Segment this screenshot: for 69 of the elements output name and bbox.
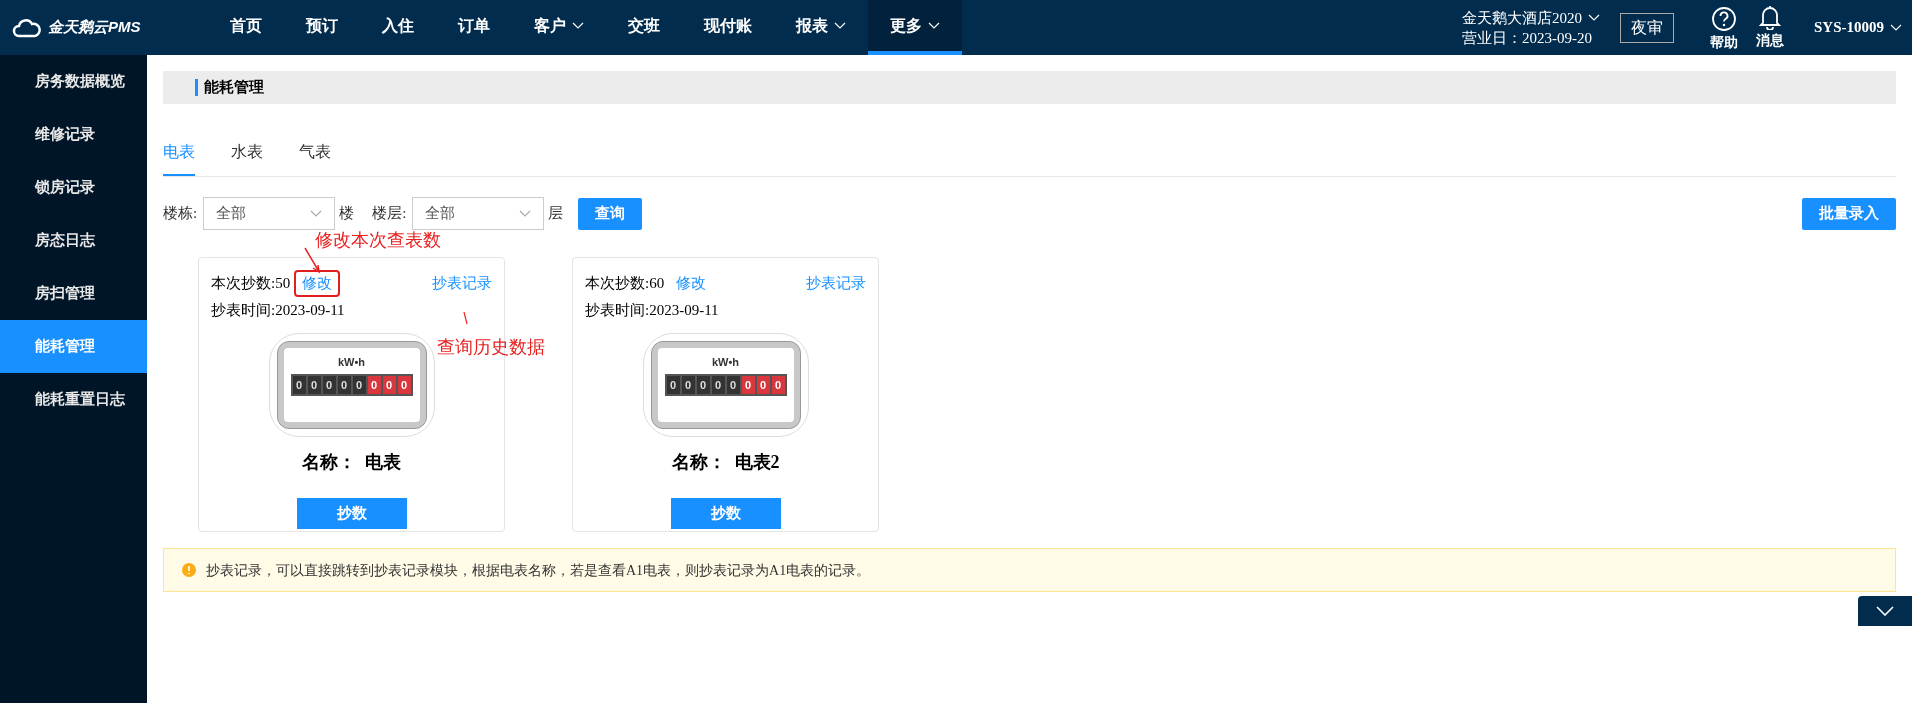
building-select[interactable]: 全部 [203,197,336,230]
nav-tab[interactable]: 订单 [436,0,512,55]
user-account[interactable]: SYS-10009 [1814,16,1884,39]
floor-select[interactable]: 全部 [412,197,545,230]
meter-name: 名称： 电表 [301,451,402,474]
digit-wheel: 0 [307,376,321,394]
sidebar-item[interactable]: 房务数据概览 [0,55,147,108]
help-icon[interactable] [1711,6,1737,32]
hotel-name[interactable]: 金天鹅大酒店2020 [1462,7,1582,28]
sidebar-item[interactable]: 房扫管理 [0,267,147,320]
current-reading: 本次抄数:50 [211,274,291,293]
chevron-down-icon [1876,606,1894,616]
digit-wheel: 0 [322,376,336,394]
leader-line [463,311,469,325]
digit-wheel: 0 [681,376,695,394]
floor-label: 楼层: [372,204,407,224]
caret-icon [519,209,532,218]
floor-suffix: 层 [548,204,564,224]
notice-text: 抄表记录，可以直接跳转到抄表记录模块，根据电表名称，若是查看A1电表，则抄表记录为A1电表的记录。 [206,561,871,580]
caret-icon [1890,23,1902,32]
business-day: 营业日：2023-09-20 [1462,27,1600,48]
digit-wheel: 0 [756,376,770,394]
reading-time: 抄表时间:2023-09-11 [211,300,345,320]
page-title: 能耗管理 [204,78,264,98]
sidebar-item[interactable]: 锁房记录 [0,161,147,214]
meter-name: 名称： 电表2 [670,451,781,474]
sidebar-item[interactable]: 能耗重置日志 [0,373,147,426]
unit-label: kW•h [711,356,740,369]
digit-wheel: 0 [741,376,755,394]
digit-wheel: 0 [397,376,411,394]
help-label[interactable]: 帮助 [1710,32,1738,53]
caret-icon [1588,13,1600,22]
nav-tab[interactable]: 客户 [512,0,606,55]
sidebar-item[interactable]: 房态日志 [0,214,147,267]
annotation-text: 修改本次查表数 [315,228,441,252]
warning-icon [182,563,196,577]
digit-wheel: 0 [711,376,725,394]
meter-tab[interactable]: 气表 [299,140,331,176]
digit-wheel: 0 [292,376,306,394]
nav-tab[interactable]: 更多 [868,0,962,55]
digit-wheel: 0 [382,376,396,394]
logo-text: 金天鹅云PMS [48,17,141,38]
digit-wheel: 0 [352,376,366,394]
digit-wheel: 0 [367,376,381,394]
digit-wheel: 0 [771,376,785,394]
digit-wheel: 0 [666,376,680,394]
annotation-text: 查询历史数据 [437,335,545,359]
digit-wheel: 0 [696,376,710,394]
digit-wheel: 0 [726,376,740,394]
building-label: 楼栋: [163,204,198,224]
nav-tab[interactable]: 首页 [208,0,284,55]
unit-label: kW•h [337,356,366,369]
nav-tab[interactable]: 入住 [360,0,436,55]
digit-wheel: 0 [337,376,351,394]
caret-icon [310,209,323,218]
cloud-logo-icon [12,17,42,38]
reading-time: 抄表时间:2023-09-11 [585,300,719,320]
current-reading: 本次抄数:60 [585,274,665,293]
sidebar-item[interactable]: 维修记录 [0,108,147,161]
building-suffix: 楼 [339,204,355,224]
nav-tab[interactable]: 现付账 [682,0,774,55]
bell-icon[interactable] [1759,4,1781,30]
messages-label[interactable]: 消息 [1756,30,1784,51]
night-audit-button[interactable]: 夜审 [1620,12,1674,43]
meter-tab[interactable]: 水表 [231,140,263,176]
nav-tab[interactable]: 交班 [606,0,682,55]
collapse-button[interactable] [1858,596,1912,626]
nav-tab[interactable]: 报表 [774,0,868,55]
nav-tab[interactable]: 预订 [284,0,360,55]
